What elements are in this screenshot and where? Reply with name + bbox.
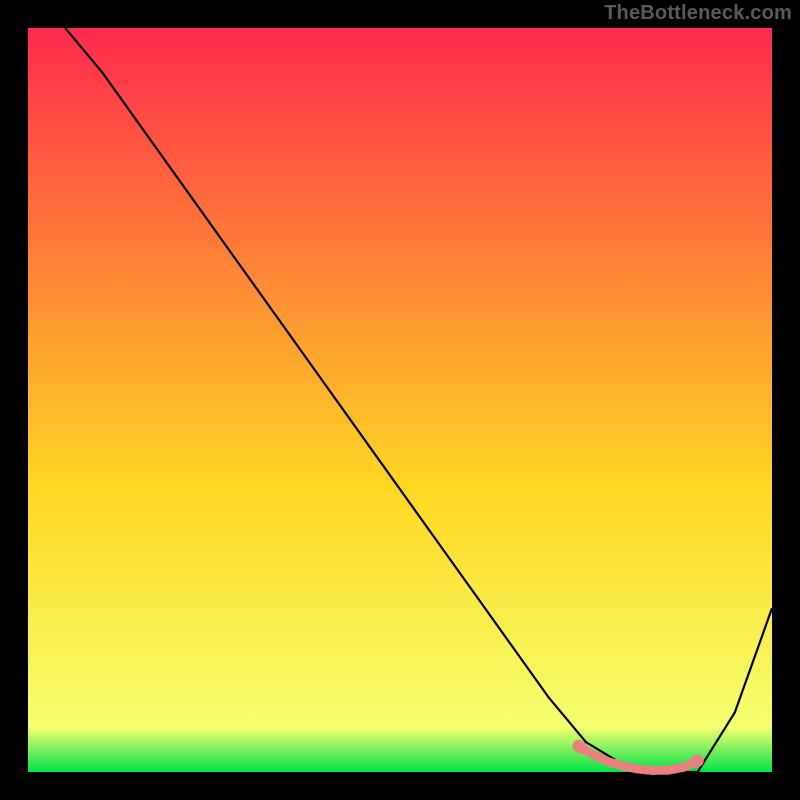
plot-background bbox=[28, 28, 772, 772]
watermark-label: TheBottleneck.com bbox=[604, 2, 792, 25]
plot-svg bbox=[0, 0, 800, 800]
chart-container: TheBottleneck.com bbox=[0, 0, 800, 800]
